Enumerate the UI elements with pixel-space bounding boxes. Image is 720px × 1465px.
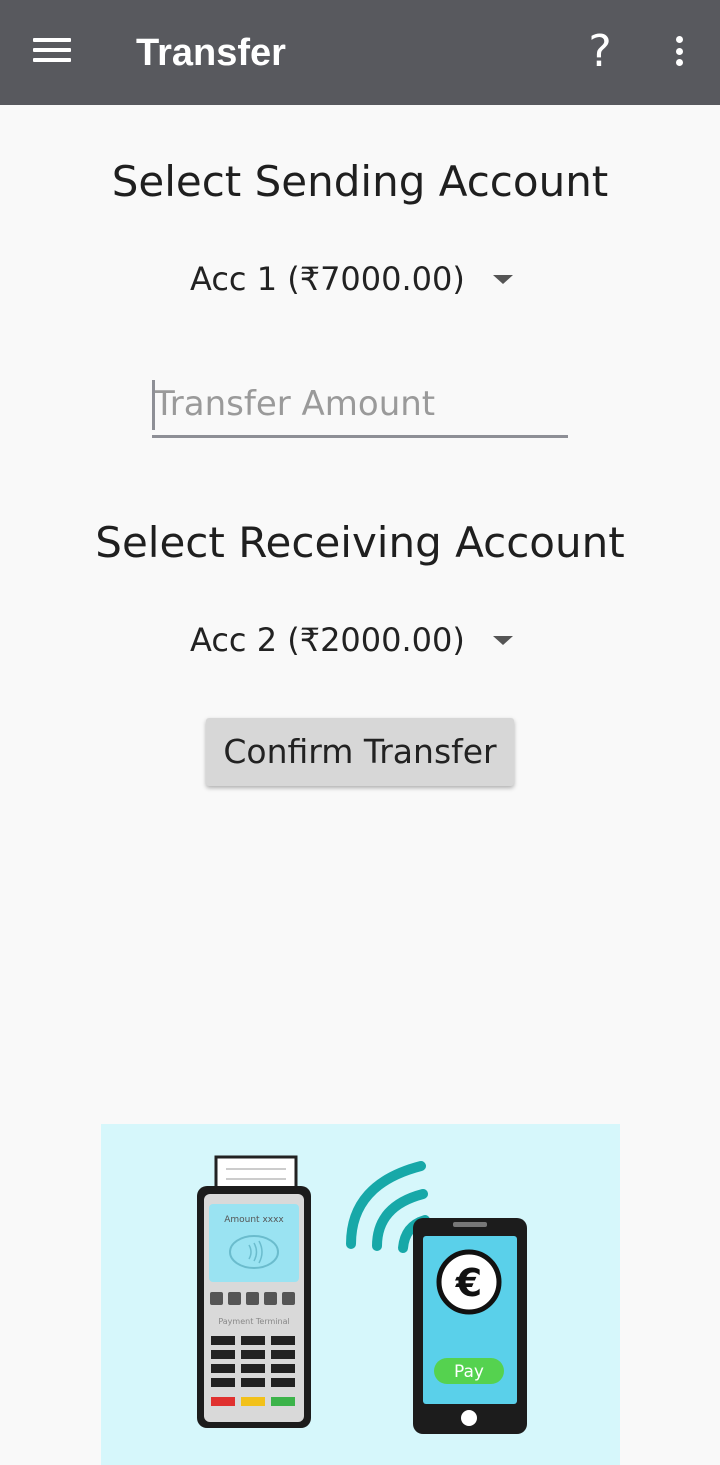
sending-account-heading: Select Sending Account (111, 157, 609, 206)
dropdown-arrow-icon (493, 636, 513, 645)
sending-account-value: Acc 1 (₹7000.00) (190, 260, 465, 298)
receiving-account-dropdown[interactable]: Acc 2 (₹2000.00) (160, 610, 560, 670)
transfer-amount-input[interactable] (152, 378, 568, 438)
illustration-background (101, 1124, 620, 1465)
receiving-account-heading: Select Receiving Account (95, 518, 625, 567)
payment-illustration: Amount xxxx Payment Terminal € Pay (101, 1124, 620, 1465)
page-title: Transfer (136, 32, 286, 74)
svg-text:€: € (455, 1261, 482, 1305)
more-options-icon[interactable] (672, 36, 686, 70)
hamburger-menu-icon[interactable] (33, 38, 71, 68)
confirm-transfer-button[interactable]: Confirm Transfer (206, 718, 514, 786)
sending-account-dropdown[interactable]: Acc 1 (₹7000.00) (160, 249, 560, 309)
app-bar: Transfer ? (0, 0, 720, 105)
svg-text:Payment Terminal: Payment Terminal (218, 1317, 289, 1326)
svg-text:Amount xxxx: Amount xxxx (224, 1215, 284, 1225)
help-button[interactable]: ? (578, 24, 622, 80)
receiving-account-value: Acc 2 (₹2000.00) (190, 621, 465, 659)
dropdown-arrow-icon (493, 275, 513, 284)
text-cursor (152, 380, 155, 430)
terminal-keys-top (210, 1292, 295, 1305)
svg-text:Pay: Pay (454, 1362, 484, 1382)
